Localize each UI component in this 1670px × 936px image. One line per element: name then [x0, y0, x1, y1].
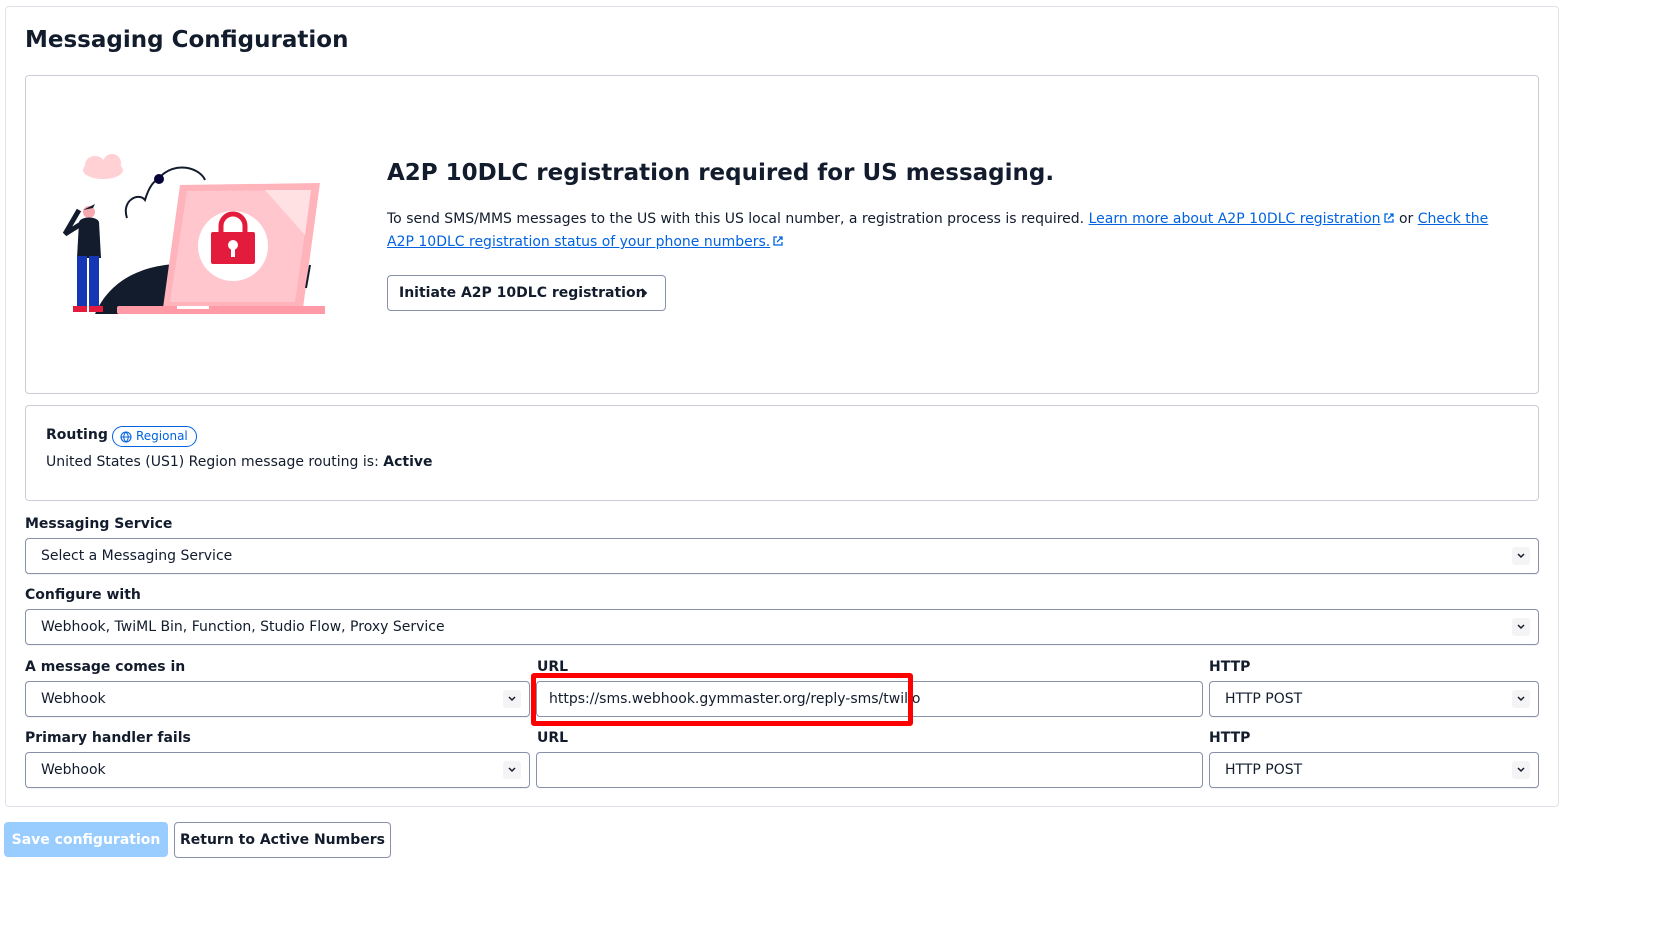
chevron-down-icon — [1512, 690, 1530, 708]
a2p-body-text: To send SMS/MMS messages to the US with … — [387, 211, 1085, 227]
messaging-service-select[interactable]: Select a Messaging Service — [25, 538, 1539, 574]
fallback-http-method-select[interactable]: HTTP POST — [1209, 752, 1539, 788]
fallback-url-label: URL — [537, 730, 569, 746]
incoming-url-input[interactable] — [536, 681, 1203, 717]
save-configuration-button[interactable]: Save configuration — [4, 822, 168, 857]
locked-laptop-illustration — [62, 154, 325, 314]
incoming-http-method-value: HTTP POST — [1225, 691, 1303, 707]
fallback-http-label: HTTP — [1209, 730, 1251, 746]
incoming-http-label: HTTP — [1209, 659, 1251, 675]
routing-panel — [25, 405, 1539, 501]
chevron-down-icon — [1512, 761, 1530, 779]
incoming-handler-select[interactable]: Webhook — [25, 681, 530, 717]
chevron-right-icon — [641, 288, 648, 298]
fallback-url-input[interactable] — [536, 752, 1203, 788]
configure-with-value: Webhook, TwiML Bin, Function, Studio Flo… — [41, 619, 445, 635]
fallback-handler-select[interactable]: Webhook — [25, 752, 530, 788]
learn-more-link[interactable]: Learn more about A2P 10DLC registration — [1089, 211, 1395, 227]
chevron-down-icon — [1512, 618, 1530, 636]
routing-status-value: Active — [383, 454, 433, 470]
a2p-description: To send SMS/MMS messages to the US with … — [387, 208, 1517, 254]
messaging-service-label: Messaging Service — [25, 516, 173, 532]
external-link-icon — [773, 236, 783, 246]
page-title: Messaging Configuration — [25, 27, 349, 53]
chevron-down-icon — [503, 761, 521, 779]
incoming-handler-label: A message comes in — [25, 659, 186, 675]
regional-badge: Regional — [112, 426, 197, 447]
incoming-http-method-select[interactable]: HTTP POST — [1209, 681, 1539, 717]
chevron-down-icon — [503, 690, 521, 708]
learn-more-link-text: Learn more about A2P 10DLC registration — [1088, 211, 1381, 227]
routing-status-prefix: United States (US1) Region message routi… — [46, 454, 379, 470]
return-to-active-numbers-button[interactable]: Return to Active Numbers — [174, 822, 391, 858]
or-text: or — [1398, 211, 1414, 227]
incoming-handler-value: Webhook — [41, 691, 106, 707]
external-link-icon — [1383, 213, 1394, 223]
incoming-url-label: URL — [537, 659, 569, 675]
configure-with-select[interactable]: Webhook, TwiML Bin, Function, Studio Flo… — [25, 609, 1539, 645]
chevron-down-icon — [1512, 547, 1530, 565]
initiate-a2p-registration-button[interactable]: Initiate A2P 10DLC registration — [387, 275, 666, 311]
regional-badge-label: Regional — [136, 429, 188, 443]
fallback-http-method-value: HTTP POST — [1225, 762, 1303, 778]
messaging-service-value: Select a Messaging Service — [41, 548, 233, 564]
routing-status: United States (US1) Region message routi… — [46, 454, 433, 470]
fallback-handler-value: Webhook — [41, 762, 106, 778]
routing-label: Routing — [46, 427, 108, 443]
a2p-heading: A2P 10DLC registration required for US m… — [387, 160, 1055, 186]
globe-icon — [120, 430, 132, 443]
initiate-a2p-registration-label: Initiate A2P 10DLC registration — [399, 285, 646, 301]
configure-with-label: Configure with — [25, 587, 141, 603]
fallback-handler-label: Primary handler fails — [25, 730, 191, 746]
